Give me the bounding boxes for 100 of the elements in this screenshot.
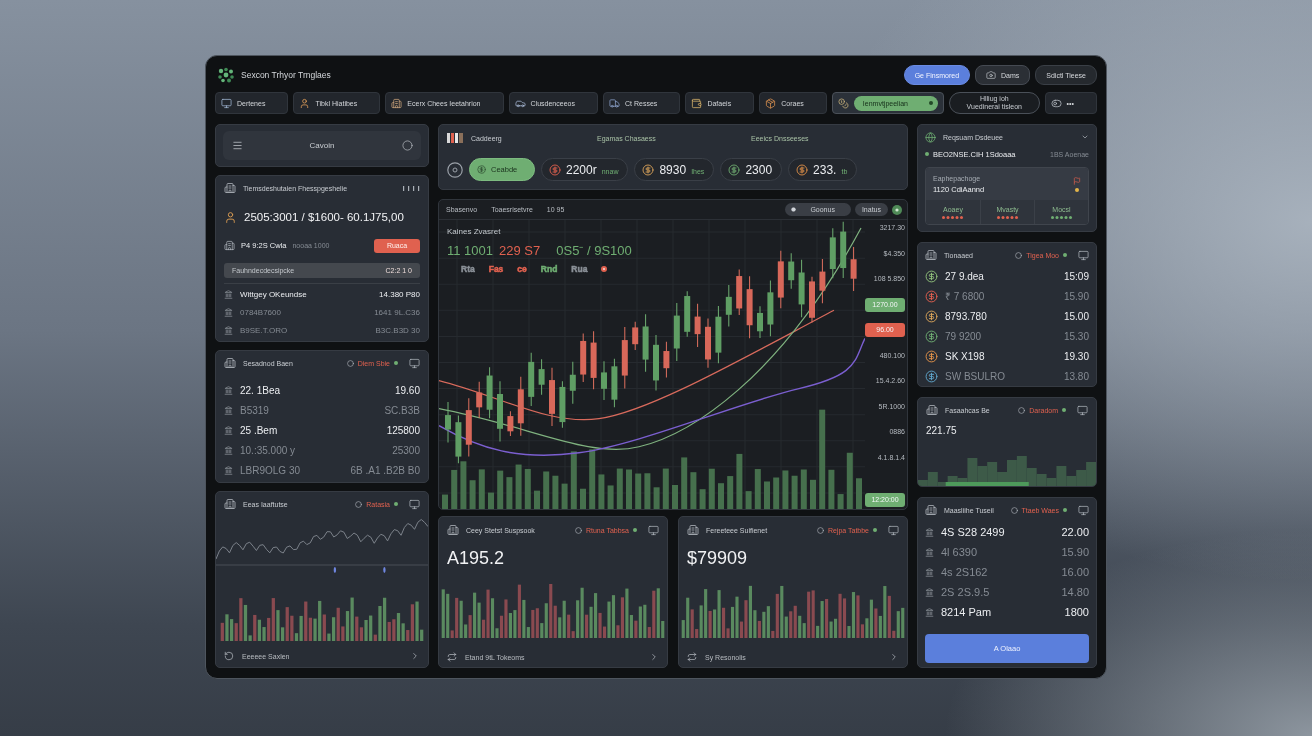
row-value: 15:09 (1063, 270, 1089, 282)
building-icon (391, 97, 403, 109)
package-icon (765, 97, 777, 109)
repeat-icon (447, 652, 457, 662)
coin-icon (925, 349, 938, 363)
row-label: 25 .Bem (240, 424, 278, 436)
landmark-icon (224, 307, 233, 317)
landmark-icon (925, 587, 934, 597)
row-value: B3C.B3D 30 (375, 325, 420, 335)
status-dot-icon (1063, 508, 1067, 512)
landmark-icon (925, 547, 934, 557)
circle-icon (1010, 506, 1018, 514)
circle-icon (1018, 406, 1026, 414)
row-value: 15.00 (1063, 310, 1089, 322)
row-label: ₹ 7 6800 (945, 290, 985, 303)
circle-icon (346, 359, 354, 367)
row-value: 19.30 (1063, 350, 1089, 362)
building-icon (224, 182, 236, 194)
landmark-icon (224, 385, 233, 395)
status-dot-icon (1063, 253, 1067, 257)
circle-icon[interactable] (402, 140, 413, 151)
landmark-icon (224, 465, 233, 475)
status-dot-icon (873, 528, 877, 532)
status-dot-icon (633, 528, 637, 532)
headline-value: 2505:3001 / $1600- 60.1J75,00 (244, 211, 404, 223)
row-value: 6B .A1 .B2B B0 (350, 464, 420, 476)
dot-disc-icon[interactable] (892, 204, 902, 215)
coin-icon (642, 163, 655, 176)
row-label: 4S S28 2499 (941, 526, 1005, 538)
row-label: 27 9.dea (945, 270, 984, 282)
building-icon (687, 524, 699, 536)
status-dot-icon (394, 502, 398, 506)
person-icon (299, 97, 311, 109)
menu-icon[interactable] (232, 140, 243, 151)
row-label: 8793.780 (945, 310, 987, 322)
coin-icon (925, 309, 938, 323)
row-label: SK X198 (945, 350, 985, 362)
coin-icon (477, 165, 486, 174)
wallet-icon (691, 97, 703, 109)
monitor-icon[interactable] (1078, 249, 1089, 261)
monitor-icon[interactable] (1077, 404, 1088, 416)
monitor-icon[interactable] (409, 357, 420, 369)
landmark-icon (224, 425, 233, 435)
status-dot-icon (1062, 408, 1066, 412)
row-label: 79 9200 (945, 330, 982, 342)
coins-icon (837, 97, 849, 109)
striped-flag-icon (447, 133, 463, 143)
balance-value: 221.75 (926, 425, 958, 436)
landmark-icon (224, 289, 233, 299)
status-dot-icon (925, 152, 929, 157)
row-label: Wittgey OKeundse (240, 289, 307, 299)
repeat-icon (687, 652, 697, 662)
row-label: B5319 (240, 404, 269, 416)
coin-icon (925, 289, 938, 303)
row-value: 1641 9L.C36 (374, 307, 420, 317)
circle-icon (355, 500, 363, 508)
chevron-right-icon[interactable] (889, 652, 899, 662)
row-value: 15.30 (1063, 330, 1089, 342)
row-value: 15.90 (1063, 290, 1089, 302)
landmark-icon (925, 607, 934, 617)
status-dot-icon (394, 361, 398, 365)
coin-icon (728, 163, 741, 176)
logo-icon (217, 67, 235, 83)
stat-value: $79909 (687, 548, 749, 568)
flag-icon (1073, 176, 1081, 185)
row-label: 4l 6390 (941, 546, 978, 558)
row-label: LBR9OLG 30 (240, 464, 301, 476)
building-icon (224, 240, 235, 251)
circle-icon (816, 526, 824, 534)
row-value: 22.00 (1061, 526, 1089, 538)
row-label: 10.:35.000 y (240, 444, 296, 456)
row-value: SC.B3B (384, 404, 420, 416)
row-label: B9SE.T.ORO (240, 325, 288, 335)
building-icon (925, 504, 937, 516)
row-value: 25300 (392, 444, 420, 456)
market-chip[interactable]: 2300 (720, 158, 783, 181)
ring-icon[interactable] (447, 161, 463, 178)
camera-icon (986, 70, 997, 80)
coin-icon (549, 163, 561, 176)
app-title: Sexcon Trhyor Trnglaes (241, 70, 331, 80)
landmark-icon (224, 445, 233, 455)
monitor-icon[interactable] (648, 524, 659, 536)
tick-marks-icon (402, 185, 420, 191)
chevron-right-icon[interactable] (410, 651, 420, 661)
building-icon (224, 498, 236, 510)
monitor-icon[interactable] (409, 498, 420, 510)
row-value: 15.90 (1061, 546, 1089, 558)
chevron-right-icon[interactable] (649, 652, 659, 662)
search-field[interactable]: Cavoin (223, 131, 421, 160)
person-icon (224, 210, 237, 224)
row-label: 2S 2S.9.5 (941, 586, 990, 598)
row-label: 0784B7600 (240, 307, 281, 317)
monitor-icon[interactable] (888, 524, 899, 536)
chevron-down-icon[interactable] (1081, 133, 1089, 141)
coin-icon (796, 163, 809, 176)
row-value: 13.80 (1063, 370, 1089, 382)
monitor-icon[interactable] (1078, 504, 1089, 516)
building-icon (447, 524, 459, 536)
row-value: 125800 (386, 424, 420, 436)
row-label: 4s 2S162 (941, 566, 988, 578)
